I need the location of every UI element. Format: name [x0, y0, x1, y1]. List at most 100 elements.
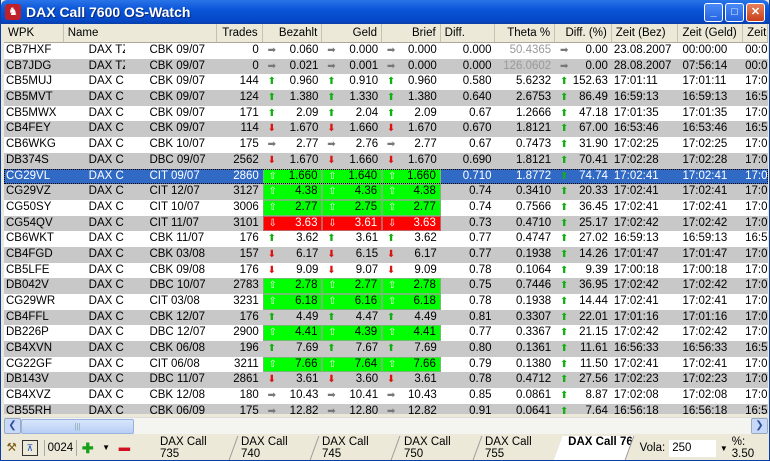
table-row[interactable]: CB6WKG DAX C 7600 CBK 10/07 175 ➡ 2.77 ➡ 2.76 ➡ 2… — [4, 137, 768, 153]
sheet-tab[interactable]: DAX Call 745 — [309, 436, 401, 460]
arrow-right-icon: ➡ — [327, 390, 336, 402]
cell-theta: 0.1938 — [516, 295, 552, 307]
cell-name: DAX C 7600 — [88, 153, 126, 166]
col-header-trades[interactable]: Trades — [217, 24, 263, 42]
hammer-icon[interactable]: ⚒ — [4, 440, 19, 456]
table-row[interactable]: CB4XVN DAX C 7600 CBK 06/08 196 ⬆ 7.69 ⬆ 7.67 ⬆ 7… — [4, 341, 768, 357]
arrow-up-icon: ⬆ — [559, 405, 569, 414]
title-bar[interactable]: ♞ DAX Call 7600 OS-Watch _ □ ✕ — [1, 0, 769, 24]
minimize-button[interactable]: _ — [704, 2, 723, 22]
table-row[interactable]: CG54QVDAX C 7600CIT 11/073101⇩3.63⇩3.61⇩… — [4, 215, 768, 232]
cell-zeit-bez: 16:59:13 — [613, 232, 659, 245]
cell-value: 3.62 — [296, 232, 319, 245]
table-row[interactable]: CG22GFDAX C 7600CIT 06/083211⇧7.66⇧7.64⇧… — [4, 356, 768, 373]
table-row[interactable]: CB4FGD DAX C 7600 CBK 03/08 157 ⬇ 6.17 ⬇ 6.15 ⬇ 6… — [4, 246, 768, 263]
cell-zeit-bez: 16:59:13 — [613, 91, 659, 104]
cell-zeit-geld: 16:59:13 — [682, 91, 728, 104]
col-header-theta[interactable]: Theta % — [495, 24, 556, 42]
table-row[interactable]: CB5MVT DAX C 7600 CBK 09/07 124 ⬆ 1.380 ⬆ 1.330… — [4, 90, 768, 106]
horizontal-scrollbar[interactable]: ❮ ||| ❯ — [4, 417, 768, 434]
cell-wpk: CG50SY — [6, 200, 52, 213]
maximize-button[interactable]: □ — [725, 2, 744, 22]
scroll-left-icon[interactable]: ❮ — [4, 418, 21, 434]
table-row[interactable]: CG29WRDAX C 7600CIT 03/083231⇧6.18⇧6.16⇧… — [4, 294, 768, 310]
col-header-wpk[interactable]: WPK — [4, 24, 64, 42]
cell-theta: 0.3410 — [516, 185, 552, 198]
col-header-zeit-bez[interactable]: Zeit (Bez) — [612, 24, 679, 42]
cell-value: 2.78 — [413, 279, 436, 292]
cell-brief: ⬇ 9.09 — [382, 263, 441, 279]
table-row[interactable]: CG29VZDAX C 7600CIT 12/073127⇧4.38⇧4.36⇧… — [4, 184, 768, 200]
cell-zeit: 17:02:41 — [745, 185, 768, 198]
cell-name: DAX C 7600 — [88, 326, 126, 339]
cell-zeit: 17:01:16 — [745, 310, 768, 323]
cell-bezahlt: ⇧ 6.18 — [262, 294, 323, 310]
table-row[interactable]: CB5MUJ DAX C 7600 CBK 09/07 144 ⬆ 0.960 ⬆ 0.910… — [4, 74, 768, 90]
table-row[interactable]: DB226PDAX C 7600DBC 12/072900⇧4.41⇧4.39⇧… — [4, 325, 768, 342]
arrow-up-icon: ⬆ — [559, 248, 569, 260]
scroll-right-icon[interactable]: ❯ — [751, 418, 768, 434]
cell-value: 6.16 — [354, 295, 378, 307]
table-row[interactable]: CG29VL DAX C 7600 CIT 09/07 2860 ⇧ 1.660 ⇧ 1.64… — [4, 168, 768, 185]
table-row[interactable]: CB7HXFDAX TZ 7600CBK 09/070➡0.060➡0.000➡… — [4, 43, 768, 59]
col-header-bezahlt[interactable]: Bezahlt — [263, 24, 323, 42]
cell-theta: 1.8121 — [516, 153, 552, 166]
cell-zeit-bez: 17:02:25 — [613, 138, 659, 151]
cell-wpk: CB5MVT — [6, 91, 53, 104]
col-header-diff[interactable]: Diff. — [441, 24, 496, 42]
cell-brief: ➡ 0.000 — [382, 59, 441, 75]
col-header-zeit[interactable]: Zeit — [743, 24, 768, 42]
cell-zeit-geld: 00:00:00 — [682, 44, 728, 56]
cell-diff: 0.580 — [462, 75, 492, 88]
cell-zeit-geld: 17:02:08 — [682, 389, 728, 402]
sheet-tab[interactable]: DAX Call 750 — [391, 436, 483, 460]
cell-zeit-geld: 17:02:41 — [682, 357, 728, 370]
table-row[interactable]: CB5LFE DAX C 7600 CBK 09/08 176 ⬇ 9.09 ⬇ 9.07 ⬇ 9… — [4, 263, 768, 279]
col-header-diff-pct[interactable]: Diff. (%) — [555, 24, 612, 42]
arrow-down-icon: ⬇ — [267, 248, 276, 260]
sheet-tab-label: DAX Call 740 — [241, 436, 288, 460]
table-row[interactable]: CB6WKT DAX C 7600 CBK 11/07 176 ⬆ 3.62 ⬆ 3.61 ⬆ 3… — [4, 231, 768, 247]
col-header-name[interactable]: Name — [64, 24, 217, 42]
sheet-tab[interactable]: DAX Call 740 — [228, 436, 320, 460]
cell-trades: 175 — [239, 404, 259, 414]
sheet-tab[interactable]: DAX Call 7600 — [553, 436, 634, 460]
cell-zeit-geld: 17:02:28 — [682, 153, 728, 166]
col-header-brief[interactable]: Brief — [382, 24, 441, 42]
table-row[interactable]: CB4FFL DAX C 7600 CBK 12/07 176 ⬆ 4.49 ⬆ 4.47 ⬆ 4… — [4, 309, 768, 326]
cell-diff: 0.670 — [462, 122, 492, 135]
cell-zeit-geld: 07:56:14 — [682, 59, 728, 72]
scroll-thumb[interactable]: ||| — [21, 418, 134, 434]
col-header-zeit-geld[interactable]: Zeit (Geld) — [678, 24, 744, 42]
cell-zeit: 17:02:41 — [745, 169, 768, 182]
pin-icon[interactable]: ⊼ — [22, 440, 38, 456]
sheet-tab[interactable]: DAX Call 755 — [472, 436, 564, 460]
table-row[interactable]: CB5MWX DAX C 7600 CBK 09/07 171 ⬆ 2.09 ⬆ 2.04 ⬆ 2… — [4, 106, 768, 122]
table-row[interactable]: CB55RH DAX C 7600 CBK 06/09 175 ➡ 12.82 ➡ 12.80… — [4, 403, 768, 414]
vola-dropdown-icon[interactable]: ▼ — [720, 444, 728, 453]
cell-value: 74.74 — [579, 169, 608, 182]
cell-name: DAX C 7600 — [88, 91, 126, 104]
table-row[interactable]: CB4FEY DAX C 7600 CBK 09/07 114 ⬇ 1.670 ⬇ 1.660… — [4, 121, 768, 138]
table-row[interactable]: DB143VDAX C 7600DBC 11/072861⬇3.61⬇3.60⬇… — [4, 372, 768, 389]
sheet-tab[interactable]: DAX Call 735 — [147, 436, 239, 460]
remove-icon[interactable]: ▬ — [117, 440, 132, 456]
table-row[interactable]: DB374S DAX C 7600 DBC 09/07 2562 ⬇ 1.670 ⬇ 1.66… — [4, 152, 768, 169]
cell-zeit: 17:02:42 — [745, 326, 768, 339]
cell-value: 6.17 — [414, 247, 437, 260]
table-row[interactable]: CB4XVZ DAX C 7600 CBK 12/08 180 ➡ 10.43 ➡ 10.41… — [4, 388, 768, 404]
close-button[interactable]: ✕ — [746, 2, 765, 22]
arrow-up-icon: ⬆ — [386, 76, 396, 88]
cell-geld: ➡ 0.001 — [322, 59, 382, 75]
add-icon[interactable]: ✚ — [80, 440, 95, 456]
arrow-right-icon: ➡ — [327, 139, 336, 151]
col-header-geld[interactable]: Geld — [322, 24, 382, 42]
cell-value: 152.63 — [572, 75, 608, 88]
vola-input[interactable]: 250 — [669, 439, 716, 457]
cell-zeit-bez: 17:02:42 — [613, 326, 659, 339]
table-row[interactable]: CB7JDGDAX TZ 7600CBK 09/070➡0.021➡0.001➡… — [4, 58, 768, 75]
table-row[interactable]: DB042VDAX C 7600DBC 10/072783⇧2.78⇧2.77⇧… — [4, 278, 768, 294]
dropdown-arrow-icon[interactable]: ▼ — [98, 440, 113, 456]
cell-value: 7.67 — [355, 342, 379, 355]
table-row[interactable]: CG50SYDAX C 7600CIT 10/073006⇧2.77⇧2.75⇧… — [4, 199, 768, 216]
